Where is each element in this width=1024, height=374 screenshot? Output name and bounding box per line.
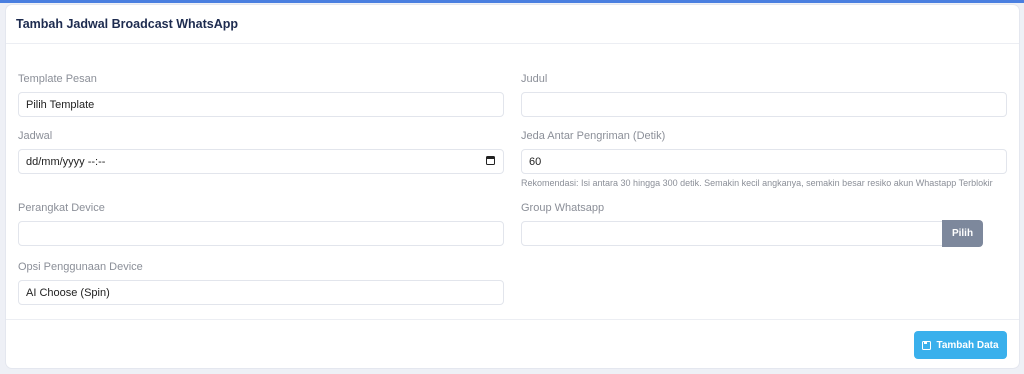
page-title: Tambah Jadwal Broadcast WhatsApp [16,17,239,31]
opsi-select[interactable]: AI Choose (Spin) [18,280,504,305]
jeda-help-text: Rekomendasi: Isi antara 30 hingga 300 de… [521,178,993,188]
opsi-select-value: AI Choose (Spin) [26,286,110,299]
card-header: Tambah Jadwal Broadcast WhatsApp [6,5,1019,44]
template-select[interactable]: Pilih Template [18,92,504,117]
template-field: Template Pesan Pilih Template [18,73,504,117]
judul-label: Judul [521,73,548,85]
perangkat-label: Perangkat Device [18,202,105,214]
group-field: Group Whatsapp Pilih [521,202,983,247]
form-card: Tambah Jadwal Broadcast WhatsApp Templat… [6,5,1019,368]
jeda-input[interactable]: 60 [521,149,1007,174]
save-icon [922,340,932,350]
opsi-label: Opsi Penggunaan Device [18,261,143,273]
jadwal-field: Jadwal dd/mm/yyyy --:-- [18,130,504,174]
pilih-group-button[interactable]: Pilih [942,220,983,247]
jeda-input-value: 60 [529,155,542,168]
group-input[interactable] [521,221,943,246]
tambah-data-button[interactable]: Tambah Data [914,331,1007,359]
template-label: Template Pesan [18,73,97,85]
perangkat-select[interactable] [18,221,504,246]
jeda-field: Jeda Antar Pengriman (Detik) 60 Rekomend… [521,130,1007,188]
jadwal-input-value: dd/mm/yyyy --:-- [26,155,106,168]
group-label: Group Whatsapp [521,202,605,214]
template-select-value: Pilih Template [26,98,95,111]
jadwal-datetime-input[interactable]: dd/mm/yyyy --:-- [18,149,504,174]
tambah-data-label: Tambah Data [936,339,999,351]
footer-divider [6,319,1019,320]
judul-input[interactable] [521,92,1007,117]
calendar-icon[interactable] [486,156,495,165]
judul-field: Judul [521,73,1007,117]
opsi-field: Opsi Penggunaan Device AI Choose (Spin) [18,261,504,305]
jeda-label: Jeda Antar Pengriman (Detik) [521,130,666,142]
perangkat-field: Perangkat Device [18,202,504,246]
jadwal-label: Jadwal [18,130,53,142]
